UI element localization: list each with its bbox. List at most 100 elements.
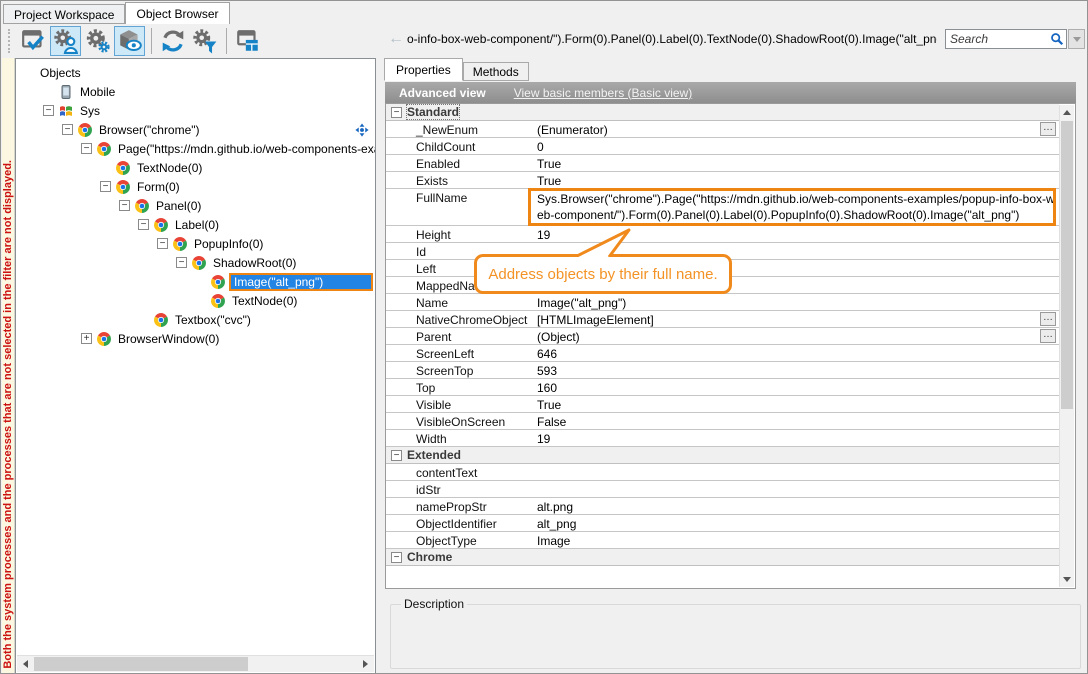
- collapse-minus-icon[interactable]: −: [391, 552, 402, 563]
- property-row[interactable]: ChildCount0: [386, 138, 1059, 155]
- collapse-minus-icon[interactable]: −: [43, 105, 54, 116]
- chrome-icon: [96, 331, 112, 347]
- collapse-minus-icon[interactable]: −: [119, 200, 130, 211]
- callout-tail: [569, 228, 639, 257]
- collapse-minus-icon[interactable]: −: [62, 124, 73, 135]
- tree-item[interactable]: −PopupInfo(0): [16, 234, 375, 253]
- tree-item[interactable]: −Label(0): [16, 215, 375, 234]
- back-icon[interactable]: ←: [385, 30, 407, 48]
- tree-item[interactable]: +BrowserWindow(0): [16, 329, 375, 348]
- collapse-minus-icon[interactable]: −: [81, 143, 92, 154]
- property-row[interactable]: namePropStralt.png: [386, 498, 1059, 515]
- scrollbar-thumb[interactable]: [34, 657, 248, 671]
- grid-vertical-scrollbar[interactable]: [1059, 105, 1074, 587]
- property-row[interactable]: NameImage("alt_png"): [386, 294, 1059, 311]
- property-value: False: [535, 413, 1059, 429]
- navigate-icon[interactable]: [355, 123, 369, 137]
- window-panel-icon: [235, 28, 261, 54]
- property-row[interactable]: EnabledTrue: [386, 155, 1059, 172]
- property-row[interactable]: ExistsTrue: [386, 172, 1059, 189]
- property-section-chrome[interactable]: −Chrome: [386, 549, 1059, 566]
- tree-item[interactable]: Objects: [16, 63, 375, 82]
- tree-item[interactable]: Image("alt_png"): [16, 272, 375, 291]
- window-check-button[interactable]: [18, 26, 49, 56]
- property-row[interactable]: Top160: [386, 379, 1059, 396]
- ellipsis-button[interactable]: [1040, 329, 1056, 343]
- tree-item[interactable]: −Panel(0): [16, 196, 375, 215]
- property-row[interactable]: contentText: [386, 464, 1059, 481]
- collapse-minus-icon[interactable]: −: [176, 257, 187, 268]
- collapse-minus-icon[interactable]: −: [391, 107, 402, 118]
- tree-item[interactable]: −Form(0): [16, 177, 375, 196]
- property-row[interactable]: NativeChromeObject[HTMLImageElement]: [386, 311, 1059, 328]
- chrome-icon: [77, 122, 93, 138]
- refresh-button[interactable]: [157, 26, 188, 56]
- ellipsis-button[interactable]: [1040, 312, 1056, 326]
- property-row[interactable]: _NewEnum(Enumerator): [386, 121, 1059, 138]
- scroll-left-icon[interactable]: [17, 656, 34, 672]
- tab-object-browser[interactable]: Object Browser: [125, 2, 229, 24]
- property-name: _NewEnum: [386, 121, 535, 137]
- tree-horizontal-scrollbar[interactable]: [17, 655, 374, 672]
- tree-item[interactable]: −Page("https://mdn.github.io/web-compone…: [16, 139, 375, 158]
- search-box: [945, 29, 1067, 49]
- property-row[interactable]: ObjectTypeImage: [386, 532, 1059, 549]
- property-row[interactable]: ScreenLeft646: [386, 345, 1059, 362]
- gears-button[interactable]: [82, 26, 113, 56]
- gear-filter-icon: [192, 28, 218, 54]
- objects-tree-panel: ObjectsMobile−Sys−Browser("chrome")−Page…: [15, 58, 376, 674]
- tree-item[interactable]: TextNode(0): [16, 158, 375, 177]
- tab-properties[interactable]: Properties: [384, 58, 463, 81]
- basic-view-link[interactable]: View basic members (Basic view): [514, 86, 693, 100]
- property-row[interactable]: idStr: [386, 481, 1059, 498]
- property-section-standard[interactable]: −Standard: [386, 104, 1059, 121]
- gear-filter-button[interactable]: [189, 26, 220, 56]
- toolbar-grip[interactable]: [8, 29, 12, 53]
- property-row[interactable]: ObjectIdentifieralt_png: [386, 515, 1059, 532]
- property-row[interactable]: FullNameSys.Browser("chrome").Page("http…: [386, 189, 1059, 226]
- property-section-extended[interactable]: −Extended: [386, 447, 1059, 464]
- view-mode-bar: Advanced view View basic members (Basic …: [385, 82, 1076, 103]
- tree-item-label: Browser("chrome"): [96, 122, 203, 138]
- property-row[interactable]: Width19: [386, 430, 1059, 447]
- property-row[interactable]: Height19: [386, 226, 1059, 243]
- search-input[interactable]: [945, 29, 1067, 49]
- property-name: ScreenLeft: [386, 345, 535, 361]
- expand-plus-icon[interactable]: +: [81, 333, 92, 344]
- tree-item[interactable]: −Sys: [16, 101, 375, 120]
- tree-item-label: TextNode(0): [229, 293, 300, 309]
- tree-item[interactable]: Mobile: [16, 82, 375, 101]
- tab-project-workspace[interactable]: Project Workspace: [3, 4, 125, 24]
- property-row[interactable]: Parent(Object): [386, 328, 1059, 345]
- property-value: 593: [535, 362, 1059, 378]
- tab-methods[interactable]: Methods: [463, 62, 529, 81]
- property-row[interactable]: VisibleOnScreenFalse: [386, 413, 1059, 430]
- search-dropdown-button[interactable]: [1068, 29, 1085, 49]
- tree-item[interactable]: TextNode(0): [16, 291, 375, 310]
- collapse-minus-icon[interactable]: −: [138, 219, 149, 230]
- property-row[interactable]: ScreenTop593: [386, 362, 1059, 379]
- scroll-right-icon[interactable]: [357, 656, 374, 672]
- property-name: idStr: [386, 481, 535, 497]
- ellipsis-button[interactable]: [1040, 122, 1056, 136]
- windows-icon: [58, 103, 74, 119]
- scroll-down-icon[interactable]: [1060, 572, 1074, 587]
- tree-item-label: Textbox("cvc"): [172, 312, 254, 328]
- collapse-minus-icon[interactable]: −: [100, 181, 111, 192]
- scroll-up-icon[interactable]: [1060, 105, 1074, 120]
- top-tab-strip: Project Workspace Object Browser: [3, 2, 230, 24]
- scrollbar-thumb[interactable]: [1061, 121, 1073, 409]
- collapse-minus-icon[interactable]: −: [391, 450, 402, 461]
- tree-item[interactable]: − Browser("chrome"): [16, 120, 375, 139]
- toolbar-separator: [151, 28, 152, 54]
- property-value: 646: [535, 345, 1059, 361]
- cube-eye-button[interactable]: [114, 26, 145, 56]
- property-value: [535, 481, 1059, 497]
- tree-item[interactable]: Textbox("cvc"): [16, 310, 375, 329]
- gear-user-button[interactable]: [50, 26, 81, 56]
- collapse-minus-icon[interactable]: −: [157, 238, 168, 249]
- property-name: ChildCount: [386, 138, 535, 154]
- window-panel-button[interactable]: [232, 26, 263, 56]
- tree-item[interactable]: −ShadowRoot(0): [16, 253, 375, 272]
- property-row[interactable]: VisibleTrue: [386, 396, 1059, 413]
